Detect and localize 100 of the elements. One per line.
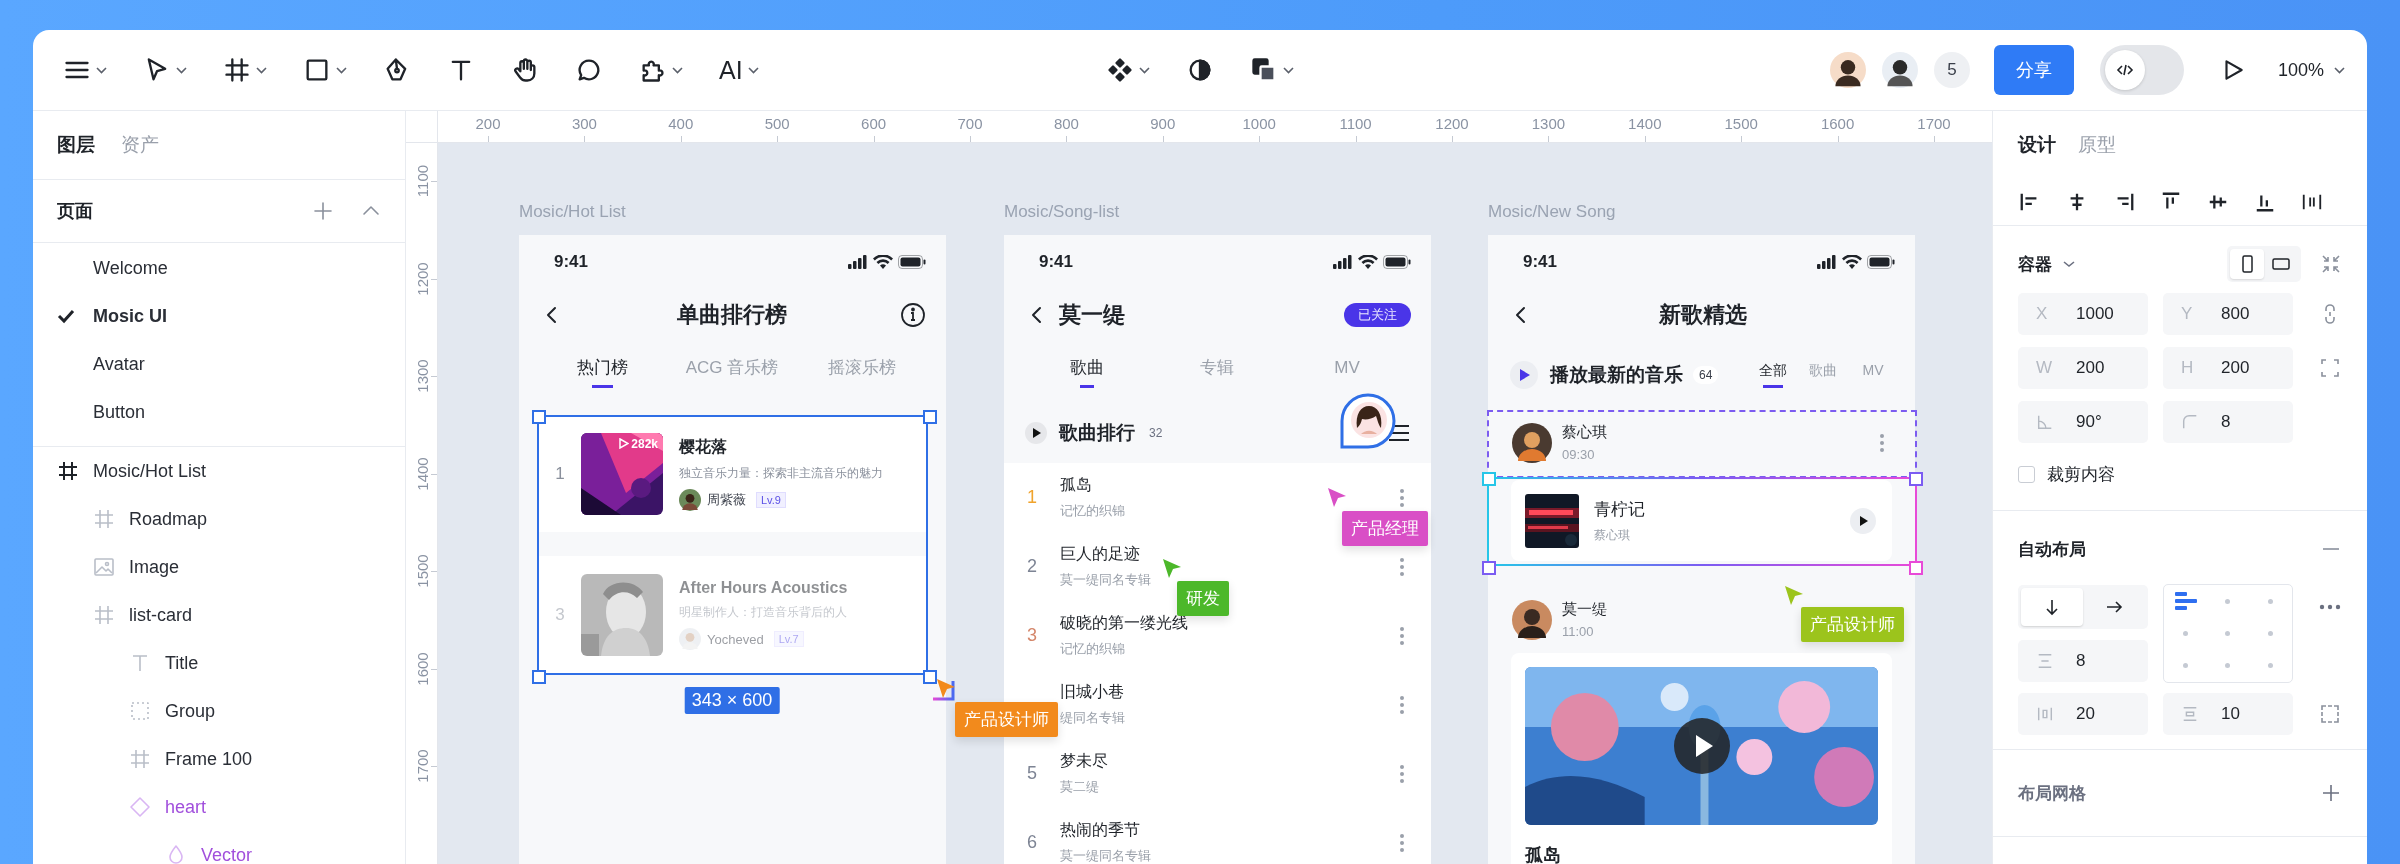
number-field[interactable]: W 200: [2018, 347, 2148, 389]
alignment-dot[interactable]: [2225, 598, 2231, 604]
more-icon[interactable]: [1399, 763, 1405, 784]
section-title: 自动布局: [2018, 538, 2086, 561]
play-button-icon[interactable]: [1673, 718, 1730, 774]
more-icon[interactable]: [1399, 625, 1405, 646]
tab[interactable]: 全部: [1748, 362, 1798, 388]
ruler-label: 1100: [1339, 115, 1372, 132]
dashed-square-icon: [128, 699, 152, 723]
alignment-dot[interactable]: [2268, 598, 2274, 604]
number-field[interactable]: 20: [2018, 693, 2148, 735]
play-button-icon[interactable]: [1850, 507, 1876, 534]
layer-item[interactable]: Vector: [33, 831, 405, 864]
zoom-dropdown[interactable]: 100%: [2277, 59, 2345, 81]
selection-box[interactable]: [537, 415, 928, 675]
resize-handle[interactable]: [923, 670, 937, 684]
ruler-label: 1200: [1435, 115, 1469, 132]
ruler-label: 200: [475, 115, 501, 132]
follow-button[interactable]: 已关注: [1344, 303, 1411, 327]
more-icon[interactable]: [1399, 832, 1405, 853]
track-card[interactable]: 青柠记 蔡心琪: [1511, 480, 1892, 561]
caret-icon: [2334, 66, 2345, 74]
number-field[interactable]: 8: [2163, 401, 2293, 443]
avatar: [1512, 422, 1552, 463]
ruler-label: 1700: [1917, 115, 1951, 132]
panel-tab[interactable]: 图层: [57, 132, 95, 158]
author-name: Yocheved: [707, 631, 764, 647]
selection-box[interactable]: [1482, 472, 1923, 575]
number-field[interactable]: 90°: [2018, 401, 2148, 443]
chevron-down-icon[interactable]: [2062, 259, 2076, 269]
collaborator-count[interactable]: 5: [1933, 52, 1970, 88]
number-field[interactable]: 10: [2163, 693, 2293, 735]
info-icon[interactable]: [900, 302, 926, 328]
vertical-direction-button[interactable]: [2021, 588, 2083, 626]
alignment-dot[interactable]: [2225, 631, 2231, 636]
alignment-dot[interactable]: [2225, 663, 2231, 669]
number-field[interactable]: 8: [2018, 640, 2148, 682]
layer-item[interactable]: Mosic/Hot List: [33, 447, 405, 495]
share-button[interactable]: 分享: [1993, 45, 2074, 95]
alignment-dot[interactable]: [2268, 631, 2274, 636]
section-title: 布局网格: [2018, 782, 2086, 805]
page-item[interactable]: Button: [33, 388, 405, 436]
rank-number: 1: [554, 463, 566, 484]
battery-icon: [1383, 255, 1411, 269]
video-card[interactable]: 孤岛: [1511, 653, 1892, 864]
status-time: 9:41: [1039, 252, 1075, 272]
spacing-icon: [2036, 652, 2054, 670]
layer-item[interactable]: Title: [33, 639, 405, 687]
play-button-icon[interactable]: [1025, 422, 1047, 444]
layer-item[interactable]: Roadmap: [33, 495, 405, 543]
alignment-dot[interactable]: [2182, 663, 2188, 669]
layer-item[interactable]: list-card: [33, 591, 405, 639]
resize-handle[interactable]: [532, 410, 546, 424]
size-label: 343 × 600: [684, 687, 780, 714]
collapse-icon[interactable]: [2320, 253, 2342, 275]
portrait-toggle[interactable]: [2230, 249, 2264, 279]
avatar[interactable]: [1881, 52, 1918, 88]
ruler-label: 1700: [413, 749, 431, 783]
rotation-icon: [2036, 413, 2054, 431]
rank-number: 5: [1027, 763, 1037, 783]
page-item[interactable]: Mosic UI: [33, 292, 405, 340]
layer-item[interactable]: Frame 100: [33, 735, 405, 783]
avatar[interactable]: [1829, 52, 1866, 88]
checkbox[interactable]: [2018, 466, 2035, 483]
resize-handle[interactable]: [532, 670, 546, 684]
play-count: 282k: [619, 436, 658, 451]
tab[interactable]: 热门榜: [576, 356, 628, 388]
ai-tool[interactable]: AI: [719, 50, 759, 90]
layer-item[interactable]: Image: [33, 543, 405, 591]
section-title: 容器: [2018, 253, 2052, 276]
alignment-dot[interactable]: [2268, 663, 2274, 669]
layer-item[interactable]: Group: [33, 687, 405, 735]
more-icon[interactable]: [2319, 604, 2341, 610]
play-button-icon[interactable]: [1510, 361, 1538, 389]
code-toggle[interactable]: [2099, 45, 2184, 95]
layer-item[interactable]: heart: [33, 783, 405, 831]
song-description: 独立音乐力量：探索非主流音乐的魅力: [679, 464, 883, 482]
post-time: 09:30: [1562, 447, 1596, 462]
plus-icon[interactable]: [2320, 782, 2342, 804]
alignment-dot[interactable]: [2182, 631, 2188, 636]
more-icon[interactable]: [1399, 694, 1405, 715]
resize-handle[interactable]: [923, 410, 937, 424]
screen-title: 单曲排行榜: [675, 301, 788, 329]
song-title: 梦未尽: [1060, 751, 1109, 771]
status-time: 9:41: [1523, 252, 1559, 272]
more-icon[interactable]: [1399, 556, 1405, 577]
number-field[interactable]: H 200: [2163, 347, 2293, 389]
panel-tab[interactable]: 设计: [2018, 132, 2056, 158]
number-field[interactable]: X 1000: [2018, 293, 2148, 335]
tab[interactable]: 歌曲: [1070, 356, 1104, 388]
page-item[interactable]: Welcome: [33, 244, 405, 292]
song-card[interactable]: 1 282k 樱花落 独立音乐力量：探索非主流音乐的魅力 周紫薇 Lv.9: [539, 415, 927, 532]
page-item[interactable]: Avatar: [33, 340, 405, 388]
ruler-label: 1200: [413, 261, 431, 296]
author-name: 周紫薇: [707, 490, 746, 509]
number-field[interactable]: Y 800: [2163, 293, 2293, 335]
more-icon[interactable]: [1399, 487, 1405, 508]
menu-icon[interactable]: [1389, 424, 1409, 442]
song-subtitle: 莫二缇: [1060, 778, 1100, 796]
cursor-label: 产品经理: [1342, 511, 1428, 546]
